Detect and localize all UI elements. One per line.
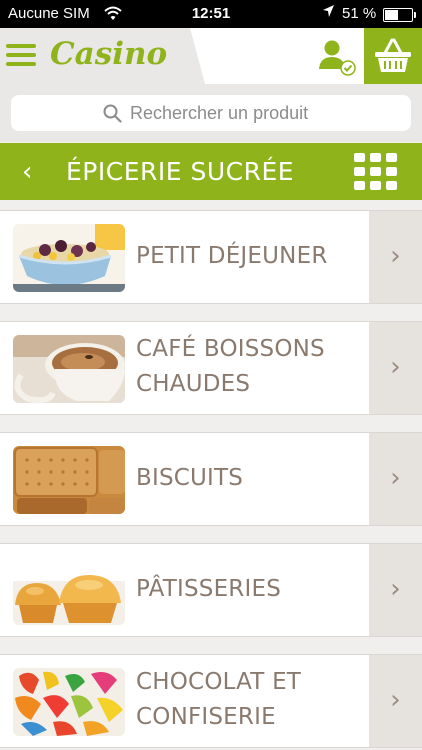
app-header: Casino bbox=[0, 28, 422, 84]
muffins-image bbox=[13, 557, 125, 625]
battery-percent: 51 % bbox=[342, 5, 377, 22]
category-title: ÉPICERIE SUCRÉE bbox=[66, 157, 295, 186]
user-account-icon[interactable] bbox=[317, 36, 357, 76]
list-item-cafe-boissons-chaudes[interactable]: CAFÉ BOISSONS CHAUDES › bbox=[0, 321, 422, 415]
list-item-label: PÂTISSERIES bbox=[136, 576, 282, 602]
candies-image bbox=[13, 668, 125, 736]
location-arrow-icon bbox=[322, 4, 335, 21]
grid-view-icon[interactable] bbox=[354, 153, 398, 191]
back-chevron-icon[interactable]: ‹ bbox=[22, 157, 32, 187]
breakfast-bowl-image bbox=[13, 224, 125, 292]
list-item-label: CHOCOLAT ET CONFISERIE bbox=[136, 669, 302, 730]
list-item-petit-dejeuner[interactable]: PETIT DÉJEUNER › bbox=[0, 210, 422, 304]
menu-icon[interactable] bbox=[6, 44, 36, 66]
status-bar: Aucune SIM 12:51 51 % bbox=[0, 0, 422, 28]
list-item-patisseries[interactable]: PÂTISSERIES › bbox=[0, 543, 422, 637]
chevron-right-icon[interactable]: › bbox=[369, 544, 422, 636]
list-item-label: CAFÉ BOISSONS CHAUDES bbox=[136, 336, 325, 397]
search-placeholder: Rechercher un produit bbox=[130, 103, 309, 123]
list-item-chocolat-et-confiserie[interactable]: CHOCOLAT ET CONFISERIE › bbox=[0, 654, 422, 748]
battery-icon bbox=[383, 8, 416, 22]
coffee-cup-image bbox=[13, 335, 125, 403]
list-item-label: PETIT DÉJEUNER bbox=[136, 243, 328, 269]
casino-logo[interactable]: Casino bbox=[50, 36, 167, 72]
search-input[interactable]: Rechercher un produit bbox=[11, 95, 411, 131]
search-icon bbox=[103, 104, 122, 128]
chevron-right-icon[interactable]: › bbox=[369, 433, 422, 525]
list-item-biscuits[interactable]: BISCUITS › bbox=[0, 432, 422, 526]
chevron-right-icon[interactable]: › bbox=[369, 322, 422, 414]
biscuits-image bbox=[13, 446, 125, 514]
basket-button[interactable] bbox=[364, 28, 422, 84]
chevron-right-icon[interactable]: › bbox=[369, 655, 422, 747]
list-item-label: BISCUITS bbox=[136, 465, 244, 491]
search-area: Rechercher un produit bbox=[0, 84, 422, 142]
category-header: ‹ ÉPICERIE SUCRÉE bbox=[0, 143, 422, 200]
basket-icon bbox=[375, 38, 411, 72]
chevron-right-icon[interactable]: › bbox=[369, 211, 422, 303]
